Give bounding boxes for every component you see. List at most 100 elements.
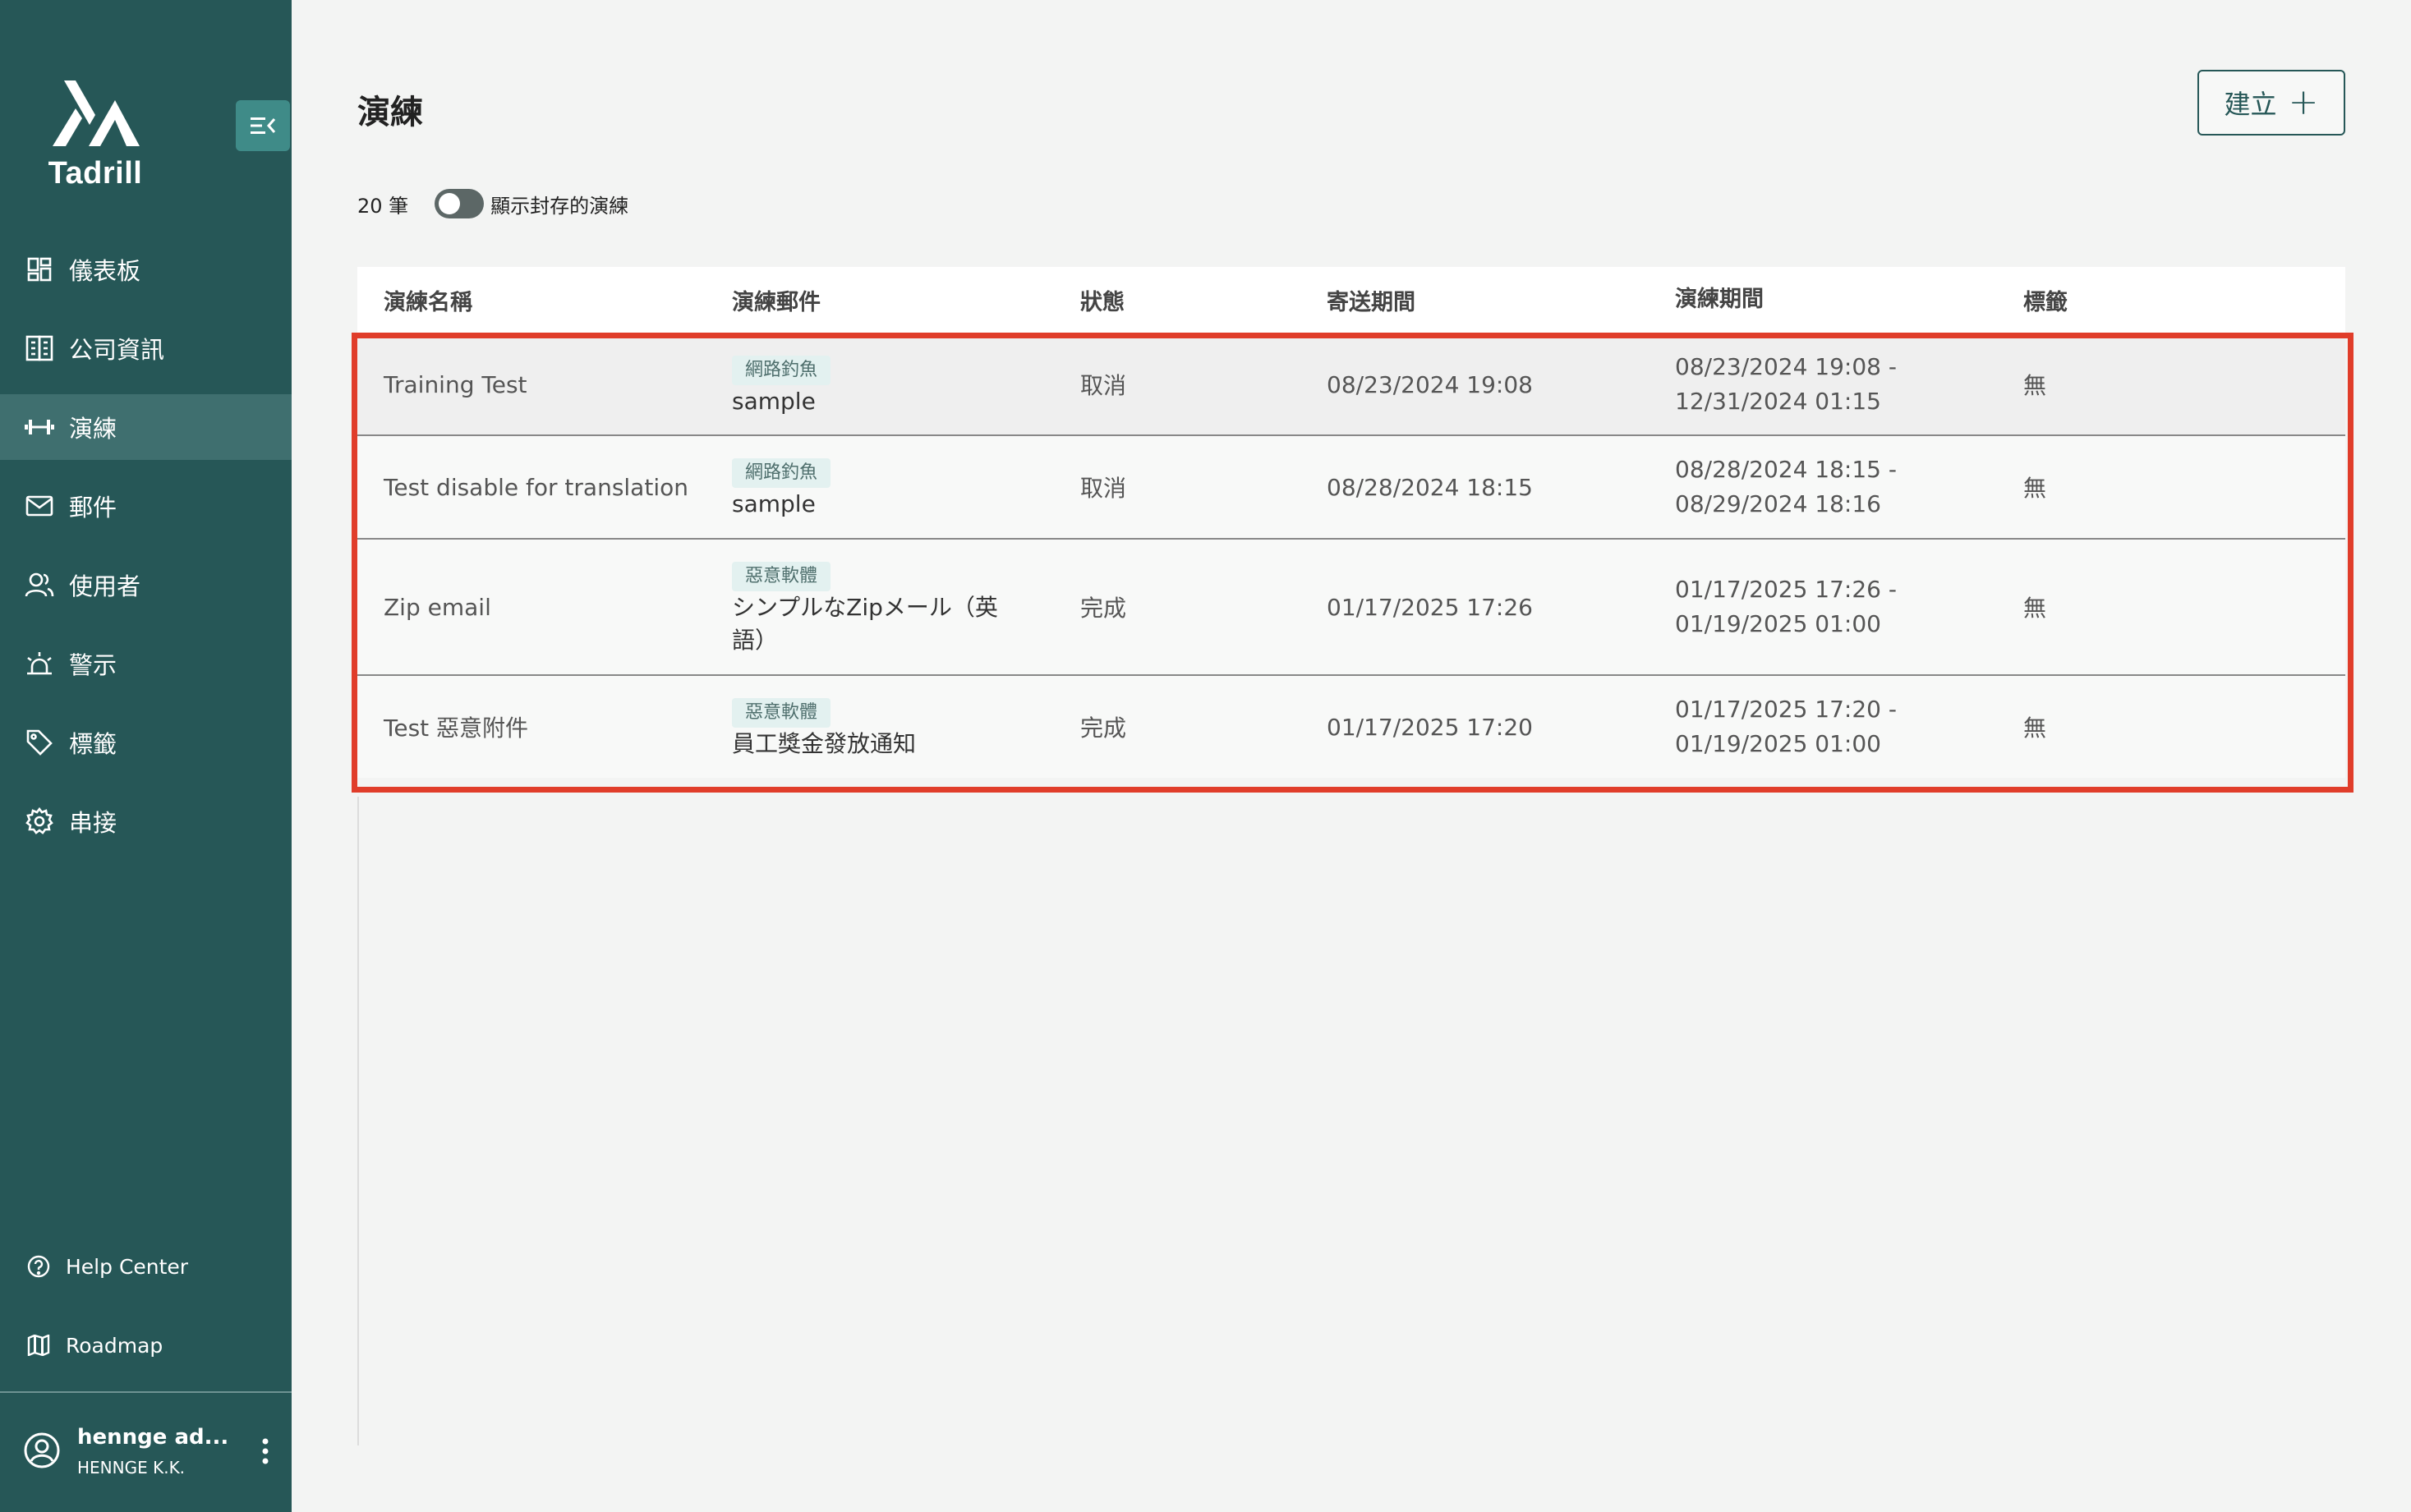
table-row[interactable]: Zip email 惡意軟體 シンプルなZipメール（英語） 完成 01/17/… <box>357 540 2345 676</box>
drill-period-end: 08/29/2024 18:16 <box>1675 490 1881 517</box>
create-drill-button[interactable]: 建立 + <box>2197 70 2345 136</box>
mail-name: sample <box>732 387 816 415</box>
sidebar-item-label: 警示 <box>69 651 117 679</box>
sidebar-divider <box>0 1391 292 1393</box>
drill-period-end: 01/19/2025 01:00 <box>1675 730 1881 757</box>
drill-mail: 網路釣魚 sample <box>706 352 1054 418</box>
sidebar-item-label: 演練 <box>69 415 117 443</box>
drill-period-start: 08/28/2024 18:15 - <box>1675 456 1897 483</box>
page-title: 演練 <box>357 94 423 131</box>
sidebar-item-label: 標籤 <box>69 730 117 758</box>
drill-period-start: 01/17/2025 17:20 - <box>1675 696 1897 723</box>
drill-status: 完成 <box>1080 715 1127 742</box>
drill-period-start: 01/17/2025 17:26 - <box>1675 576 1897 603</box>
drills-table: 演練名稱 演練郵件 狀態 寄送期間 演練期間 標籤 Training Test … <box>357 267 2345 778</box>
sidebar-nav: 儀表板 公司資訊 演練 郵件 使用者 警示 標籤 串接 <box>0 237 292 867</box>
send-period: 01/17/2025 17:26 <box>1327 593 1533 621</box>
gear-icon <box>23 805 56 838</box>
users-icon <box>23 568 56 601</box>
drill-period-start: 08/23/2024 19:08 - <box>1675 353 1897 380</box>
create-button-label: 建立 <box>2224 89 2277 120</box>
help-icon <box>25 1252 53 1280</box>
drill-tags: 無 <box>2023 475 2047 502</box>
tadrill-logo-icon <box>53 80 140 146</box>
result-count: 20 筆 <box>357 194 409 218</box>
sidebar-item-label: 郵件 <box>69 494 117 522</box>
table-row[interactable]: Test 惡意附件 惡意軟體 員工獎金發放通知 完成 01/17/2025 17… <box>357 676 2345 778</box>
drill-name: Training Test <box>384 370 527 398</box>
column-header-send-period[interactable]: 寄送期間 <box>1300 284 1649 316</box>
mail-type-tag: 惡意軟體 <box>732 697 831 728</box>
sidebar-collapse-button[interactable] <box>236 100 290 151</box>
user-info: hennge ad... HENNGE K.K. <box>77 1425 253 1478</box>
column-header-mail[interactable]: 演練郵件 <box>706 284 1054 316</box>
help-center-link[interactable]: Help Center <box>0 1234 292 1299</box>
sidebar-item-label: 串接 <box>69 809 117 837</box>
column-header-drill-period[interactable]: 演練期間 <box>1649 283 1997 317</box>
send-period: 01/17/2025 17:20 <box>1327 713 1533 741</box>
drill-mail: 網路釣魚 sample <box>706 454 1054 521</box>
drill-mail: 惡意軟體 員工獎金發放通知 <box>706 694 1054 761</box>
sidebar: Tadrill 儀表板 公司資訊 演練 郵件 使用者 警示 標籤 串接 Help… <box>0 0 292 1512</box>
drill-mail: 惡意軟體 シンプルなZipメール（英語） <box>706 558 1054 657</box>
send-period: 08/23/2024 19:08 <box>1327 370 1533 398</box>
drill-period: 08/23/2024 19:08 - 12/31/2024 01:15 <box>1649 350 1997 419</box>
drill-tags: 無 <box>2023 372 2047 399</box>
drill-period: 01/17/2025 17:26 - 01/19/2025 01:00 <box>1649 572 1997 641</box>
help-center-label: Help Center <box>66 1254 189 1279</box>
sidebar-item-dashboard[interactable]: 儀表板 <box>0 237 292 302</box>
sidebar-item-label: 儀表板 <box>69 257 141 285</box>
roadmap-link[interactable]: Roadmap <box>0 1312 292 1378</box>
mail-type-tag: 網路釣魚 <box>732 355 831 385</box>
sidebar-item-alerts[interactable]: 警示 <box>0 631 292 696</box>
table-row[interactable]: Test disable for translation 網路釣魚 sample… <box>357 436 2345 540</box>
drill-name: Test disable for translation <box>384 473 688 501</box>
sidebar-item-mail[interactable]: 郵件 <box>0 473 292 539</box>
show-archived-toggle[interactable] <box>435 189 485 218</box>
table-header: 演練名稱 演練郵件 狀態 寄送期間 演練期間 標籤 <box>357 267 2345 333</box>
drill-status: 取消 <box>1080 372 1127 399</box>
alert-icon <box>23 647 56 680</box>
building-icon <box>23 332 56 365</box>
sidebar-item-integrations[interactable]: 串接 <box>0 788 292 854</box>
mail-name: sample <box>732 489 816 517</box>
mail-type-tag: 惡意軟體 <box>732 561 831 591</box>
dashboard-icon <box>23 253 56 286</box>
sidebar-bottom-links: Help Center Roadmap <box>0 1234 292 1391</box>
sidebar-item-tags[interactable]: 標籤 <box>0 710 292 775</box>
tag-icon <box>23 726 56 759</box>
table-row[interactable]: Training Test 網路釣魚 sample 取消 08/23/2024 … <box>357 333 2345 436</box>
drill-period: 01/17/2025 17:20 - 01/19/2025 01:00 <box>1649 692 1997 761</box>
drill-period: 08/28/2024 18:15 - 08/29/2024 18:16 <box>1649 453 1997 522</box>
more-vertical-icon[interactable] <box>253 1432 278 1471</box>
mail-icon <box>23 489 56 522</box>
sidebar-item-users[interactable]: 使用者 <box>0 552 292 618</box>
drill-name: Test 惡意附件 <box>384 715 529 742</box>
collapse-menu-icon <box>251 117 276 134</box>
user-avatar-icon <box>23 1432 62 1471</box>
drill-tags: 無 <box>2023 715 2047 742</box>
dumbbell-icon <box>23 411 56 443</box>
show-archived-label: 顯示封存的演練 <box>490 194 629 218</box>
plus-icon: + <box>2288 81 2319 123</box>
mail-type-tag: 網路釣魚 <box>732 457 831 488</box>
app-logo[interactable]: Tadrill <box>46 76 145 191</box>
list-toolbar: 20 筆 顯示封存的演練 <box>357 187 628 220</box>
user-profile[interactable]: hennge ad... HENNGE K.K. <box>23 1414 278 1488</box>
column-header-status[interactable]: 狀態 <box>1054 284 1300 316</box>
drill-period-end: 12/31/2024 01:15 <box>1675 388 1881 415</box>
drill-status: 取消 <box>1080 475 1127 502</box>
user-org: HENNGE K.K. <box>77 1458 186 1478</box>
drill-status: 完成 <box>1080 595 1127 622</box>
drill-period-end: 01/19/2025 01:00 <box>1675 610 1881 637</box>
send-period: 08/28/2024 18:15 <box>1327 473 1533 501</box>
column-header-name[interactable]: 演練名稱 <box>357 284 706 316</box>
app-name: Tadrill <box>48 156 143 191</box>
sidebar-item-drills[interactable]: 演練 <box>0 394 292 460</box>
drill-name: Zip email <box>384 593 491 621</box>
sidebar-item-company-info[interactable]: 公司資訊 <box>0 315 292 381</box>
mail-name: シンプルなZipメール（英語） <box>732 593 998 654</box>
mail-name: 員工獎金發放通知 <box>732 729 917 757</box>
column-header-tags[interactable]: 標籤 <box>1997 284 2345 316</box>
table-edge-line <box>357 797 359 1445</box>
